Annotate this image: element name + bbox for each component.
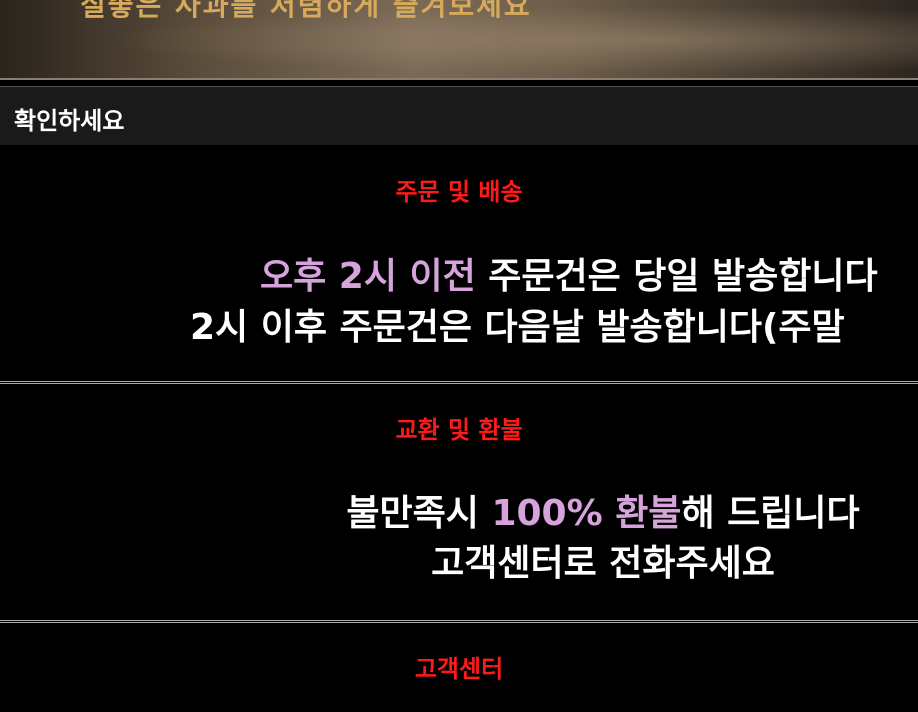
support-section: 고객센터 <box>0 623 918 712</box>
shipping-line-2: 2시 이후 주문건은 다음날 발송합니다(주말 <box>190 307 845 348</box>
refund-line-2: 고객센터로 전화주세요 <box>431 543 775 584</box>
refund-line-1-post: 해 드립니다 <box>681 493 860 534</box>
refund-line-1-pre: 불만족시 <box>346 493 492 534</box>
refund-section: 교환 및 환불 불만족시 100% 환불해 드립니다 고객센터로 전화주세요 <box>0 384 918 620</box>
support-title: 고객센터 <box>414 655 504 683</box>
shipping-line-1: 오후 2시 이전 주문건은 당일 발송합니다 <box>260 247 878 299</box>
shipping-section: 주문 및 배송 오후 2시 이전 주문건은 당일 발송합니다 2시 이후 주문건… <box>0 145 918 381</box>
banner-divider <box>0 78 918 80</box>
hero-banner: 질좋은 사과를 저렴하게 즐겨보세요 <box>0 0 918 80</box>
refund-title: 교환 및 환불 <box>395 416 523 444</box>
shipping-title: 주문 및 배송 <box>395 178 523 206</box>
banner-slogan: 질좋은 사과를 저렴하게 즐겨보세요 <box>80 0 532 22</box>
confirm-title: 확인하세요 <box>14 107 125 135</box>
refund-line-1: 불만족시 100% 환불해 드립니다 <box>0 484 918 536</box>
refund-highlight: 100% 환불 <box>491 493 682 534</box>
confirm-header: 확인하세요 <box>0 86 918 145</box>
shipping-line-1-text: 주문건은 당일 발송합니다 <box>475 256 878 297</box>
shipping-highlight: 오후 2시 이전 <box>260 256 476 297</box>
